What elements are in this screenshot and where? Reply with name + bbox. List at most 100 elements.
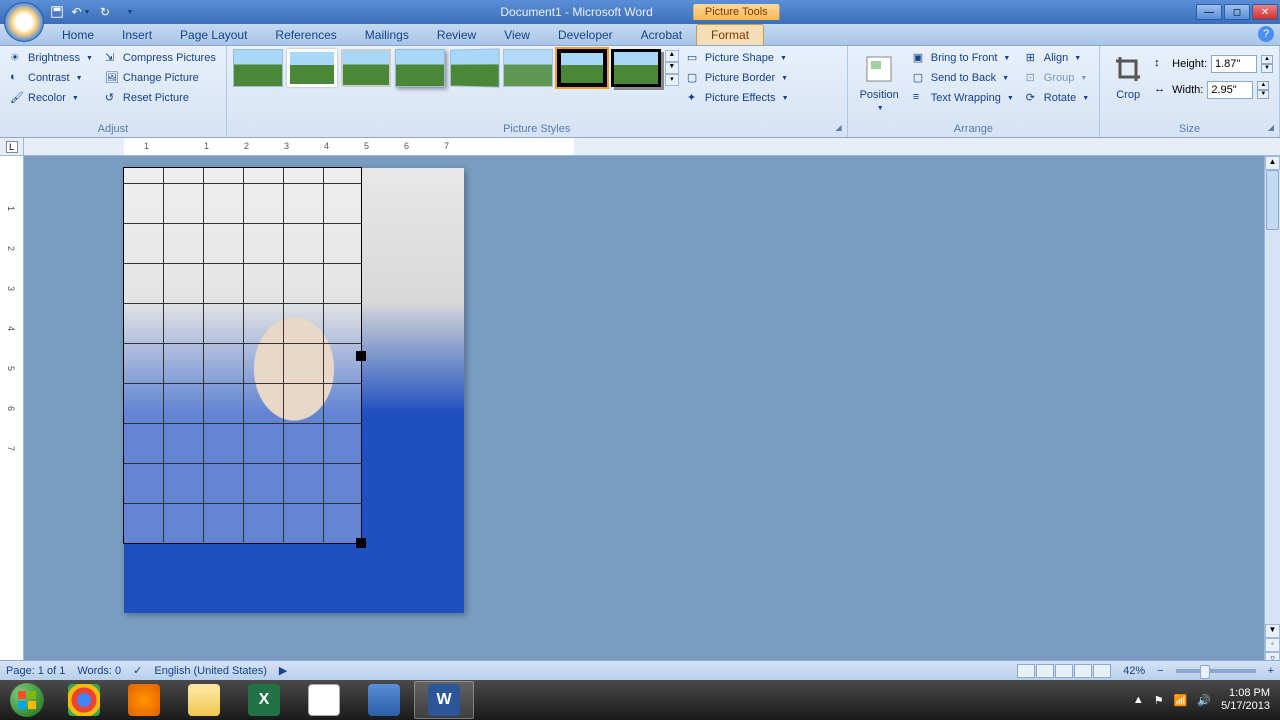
scroll-up[interactable]: ▲ [1265,156,1280,170]
width-down[interactable]: ▼ [1257,90,1269,99]
status-language[interactable]: English (United States) [154,665,267,677]
group-button[interactable]: ⊡Group▼ [1022,69,1093,87]
view-full-screen[interactable] [1036,664,1054,678]
minimize-button[interactable]: — [1196,4,1222,20]
view-outline[interactable] [1074,664,1092,678]
status-page[interactable]: Page: 1 of 1 [6,665,65,677]
task-word[interactable]: W [414,681,474,719]
gallery-more[interactable]: ▾ [665,74,679,86]
gallery-scroll-down[interactable]: ▼ [665,62,679,74]
tray-show-hidden[interactable]: ▲ [1133,694,1144,706]
change-picture-button[interactable]: 🖼Change Picture [101,69,220,87]
picture-styles-launcher[interactable]: ◢ [833,123,845,135]
picture-tools-contextual: Picture Tools [693,4,780,20]
align-button[interactable]: ⊞Align▼ [1022,49,1093,67]
status-words[interactable]: Words: 0 [77,665,121,677]
tab-acrobat[interactable]: Acrobat [627,25,696,45]
width-input[interactable] [1207,81,1253,99]
tab-insert[interactable]: Insert [108,25,166,45]
tab-home[interactable]: Home [48,25,108,45]
scroll-thumb[interactable] [1266,170,1279,230]
tab-references[interactable]: References [261,25,350,45]
vertical-ruler[interactable]: 1 2 3 4 5 6 7 [0,156,24,680]
office-button[interactable] [4,2,44,42]
style-thumb-7[interactable] [557,49,607,87]
scroll-down[interactable]: ▼ [1265,624,1280,638]
help-button[interactable]: ? [1258,26,1274,42]
zoom-in[interactable]: + [1268,665,1274,677]
group-picture-styles: ▲ ▼ ▾ ▭Picture Shape▼ ▢Picture Border▼ ✦… [227,46,848,137]
style-thumb-6[interactable] [503,49,553,87]
bring-to-front-button[interactable]: ▣Bring to Front▼ [909,49,1018,67]
width-up[interactable]: ▲ [1257,81,1269,90]
style-thumb-4[interactable] [395,49,445,87]
brightness-button[interactable]: ☀Brightness▼ [6,49,97,67]
contrast-button[interactable]: ◐Contrast▼ [6,69,97,87]
tray-action-center-icon[interactable]: ⚑ [1154,694,1164,707]
crop-handle-right[interactable] [356,351,366,361]
style-thumb-3[interactable] [341,49,391,87]
task-chrome[interactable] [54,681,114,719]
reset-picture-button[interactable]: ↺Reset Picture [101,89,220,107]
text-wrap-icon: ≡ [913,91,927,105]
status-proofing-icon[interactable]: ✓ [133,664,142,677]
undo-button[interactable]: ↶▼ [72,3,90,21]
width-icon: ↔ [1154,83,1168,97]
picture-border-button[interactable]: ▢Picture Border▼ [683,69,793,87]
tab-selector[interactable]: L [6,141,18,153]
folder-icon [188,684,220,716]
save-button[interactable] [48,3,66,21]
tray-network-icon[interactable]: 📶 [1174,694,1188,707]
tab-review[interactable]: Review [423,25,490,45]
document-canvas[interactable] [24,156,1280,680]
zoom-out[interactable]: − [1157,665,1163,677]
task-movie-maker[interactable] [354,681,414,719]
text-wrapping-button[interactable]: ≡Text Wrapping▼ [909,89,1018,107]
view-draft[interactable] [1093,664,1111,678]
recolor-button[interactable]: 🖌Recolor▼ [6,89,97,107]
close-button[interactable]: ✕ [1252,4,1278,20]
start-button[interactable] [0,680,54,720]
tab-developer[interactable]: Developer [544,25,627,45]
task-notepad[interactable] [294,681,354,719]
zoom-slider[interactable] [1176,669,1256,673]
view-print-layout[interactable] [1017,664,1035,678]
style-thumb-2[interactable] [287,49,337,87]
vertical-scrollbar[interactable]: ▲ ▼ ◦ ○ ◦ [1264,156,1280,680]
style-thumb-1[interactable] [233,49,283,87]
height-up[interactable]: ▲ [1261,55,1273,64]
crop-button[interactable]: Crop [1106,49,1150,105]
crop-handle-br[interactable] [356,538,366,548]
zoom-level[interactable]: 42% [1123,665,1145,677]
chrome-icon [68,684,100,716]
browse-prev[interactable]: ◦ [1265,638,1280,652]
gallery-scroll-up[interactable]: ▲ [665,50,679,62]
tab-format[interactable]: Format [696,24,764,45]
tab-page-layout[interactable]: Page Layout [166,25,261,45]
size-launcher[interactable]: ◢ [1265,123,1277,135]
maximize-button[interactable]: ◻ [1224,4,1250,20]
task-excel[interactable]: X [234,681,294,719]
send-to-back-button[interactable]: ▢Send to Back▼ [909,69,1018,87]
picture-effects-button[interactable]: ✦Picture Effects▼ [683,89,793,107]
position-button[interactable]: Position▼ [854,49,905,116]
tray-volume-icon[interactable]: 🔊 [1197,694,1211,707]
horizontal-ruler[interactable]: 1 1 2 3 4 5 6 7 [124,138,574,155]
task-firefox[interactable] [114,681,174,719]
puzzle-overlay-picture[interactable] [124,168,361,543]
view-web[interactable] [1055,664,1073,678]
tab-mailings[interactable]: Mailings [351,25,423,45]
rotate-button[interactable]: ⟳Rotate▼ [1022,89,1093,107]
qat-customize[interactable]: ▼ [120,3,138,21]
status-macro-icon[interactable]: ▶ [279,664,287,677]
height-input[interactable] [1211,55,1257,73]
task-explorer[interactable] [174,681,234,719]
style-thumb-8[interactable] [611,49,661,87]
redo-button[interactable]: ↻ [96,3,114,21]
compress-pictures-button[interactable]: ⇲Compress Pictures [101,49,220,67]
tray-clock[interactable]: 1:08 PM 5/17/2013 [1221,687,1270,713]
style-thumb-5[interactable] [450,48,500,87]
picture-shape-button[interactable]: ▭Picture Shape▼ [683,49,793,67]
height-down[interactable]: ▼ [1261,64,1273,73]
tab-view[interactable]: View [490,25,544,45]
